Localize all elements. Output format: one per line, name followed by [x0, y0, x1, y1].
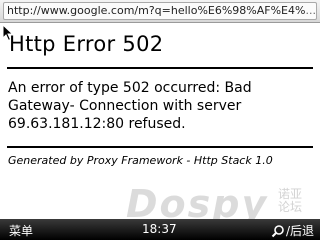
url-field[interactable]: http://www.google.com/m?q=hello%E6%98%AF… [3, 2, 317, 20]
error-message: An error of type 502 occurred: Bad Gatew… [8, 80, 252, 132]
back-softkey-label: /后退 [285, 224, 314, 238]
softkey-bar: 菜单 18:37 /后退 [0, 219, 320, 240]
menu-softkey[interactable]: 菜单 [9, 222, 33, 239]
url-overflow-ellipsis: ... [305, 4, 316, 17]
search-icon [271, 224, 284, 237]
server-signature: Generated by Proxy Framework - Http Stac… [8, 154, 273, 167]
url-bar: http://www.google.com/m?q=hello%E6%98%AF… [0, 0, 320, 23]
url-text: http://www.google.com/m?q=hello%E6%98%AF… [7, 4, 306, 17]
watermark-cjk: 诺亚 论坛 [278, 187, 303, 214]
watermark: Dospy 诺亚 论坛 [126, 182, 316, 226]
page-title: Http Error 502 [9, 32, 164, 56]
divider-top [7, 67, 313, 69]
divider-bottom [7, 146, 313, 148]
back-softkey[interactable]: /后退 [271, 222, 314, 239]
status-clock: 18:37 [142, 222, 177, 236]
